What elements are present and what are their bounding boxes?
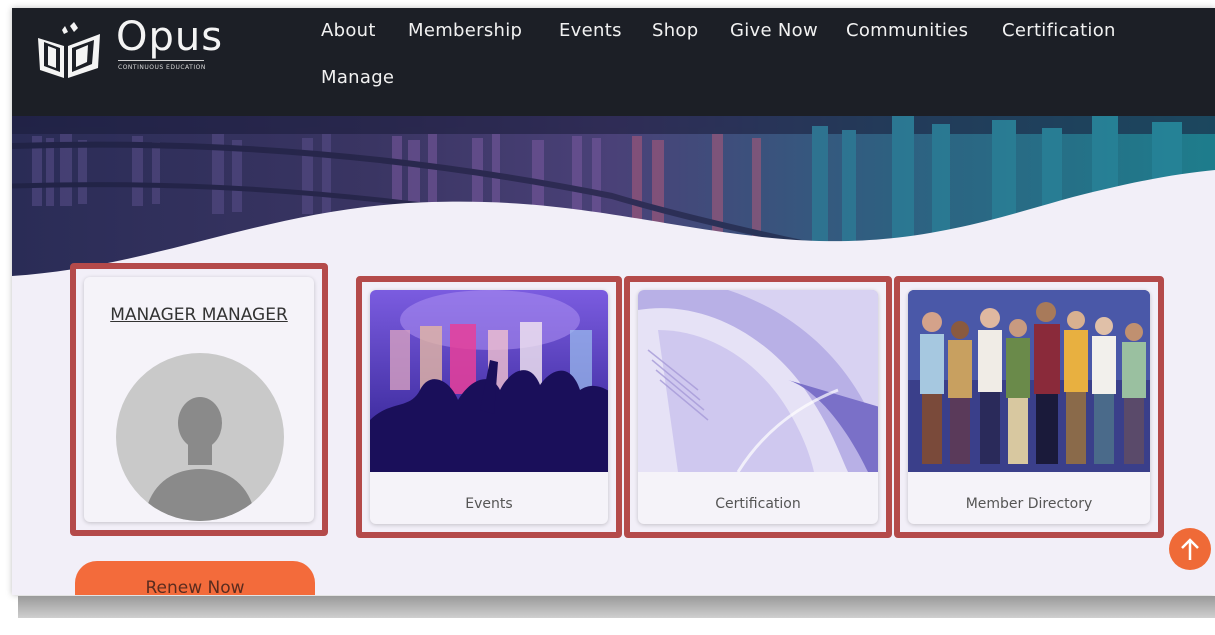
avatar[interactable] <box>116 353 284 521</box>
page: Opus CONTINUOUS EDUCATION About Membersh… <box>12 8 1215 595</box>
nav-give-now[interactable]: Give Now <box>730 20 818 41</box>
arrow-up-icon <box>1181 538 1199 560</box>
certification-image <box>638 290 878 472</box>
nav-manage[interactable]: Manage <box>321 67 394 88</box>
nav-communities[interactable]: Communities <box>846 20 968 41</box>
certification-card-label: Certification <box>715 496 801 512</box>
certification-card[interactable]: Certification <box>638 290 878 524</box>
nav-membership[interactable]: Membership <box>408 20 522 41</box>
events-card-label: Events <box>465 496 513 512</box>
events-card-highlight: Events <box>356 276 622 538</box>
logo-tagline: CONTINUOUS EDUCATION <box>118 64 206 71</box>
logo-wordmark: Opus <box>116 14 224 60</box>
profile-card-highlight: MANAGER MANAGER <box>70 263 328 536</box>
nav-certification[interactable]: Certification <box>1002 20 1116 41</box>
bottom-scroll-bar <box>18 596 1215 618</box>
member-directory-card-label: Member Directory <box>965 496 1093 512</box>
member-directory-image <box>908 290 1150 472</box>
events-image <box>370 290 608 472</box>
member-directory-card[interactable]: Member Directory <box>908 290 1150 524</box>
nav-shop[interactable]: Shop <box>652 20 698 41</box>
member-directory-card-highlight: Member Directory <box>894 276 1164 538</box>
profile-card: MANAGER MANAGER <box>84 277 314 522</box>
top-navigation: Opus CONTINUOUS EDUCATION About Membersh… <box>12 8 1215 116</box>
logo-divider <box>118 60 204 61</box>
events-card[interactable]: Events <box>370 290 608 524</box>
user-silhouette-icon <box>144 397 256 521</box>
scroll-to-top-button[interactable] <box>1169 528 1211 570</box>
opus-logo[interactable]: Opus CONTINUOUS EDUCATION <box>34 14 222 80</box>
nav-events[interactable]: Events <box>559 20 622 41</box>
renew-now-button[interactable]: Renew Now <box>75 561 315 595</box>
nav-about[interactable]: About <box>321 20 376 41</box>
book-logo-icon <box>38 22 100 78</box>
hero-banner <box>12 116 1215 286</box>
certification-card-highlight: Certification <box>624 276 892 538</box>
library-shelves-image <box>12 116 1215 286</box>
profile-name-link[interactable]: MANAGER MANAGER <box>84 305 314 325</box>
